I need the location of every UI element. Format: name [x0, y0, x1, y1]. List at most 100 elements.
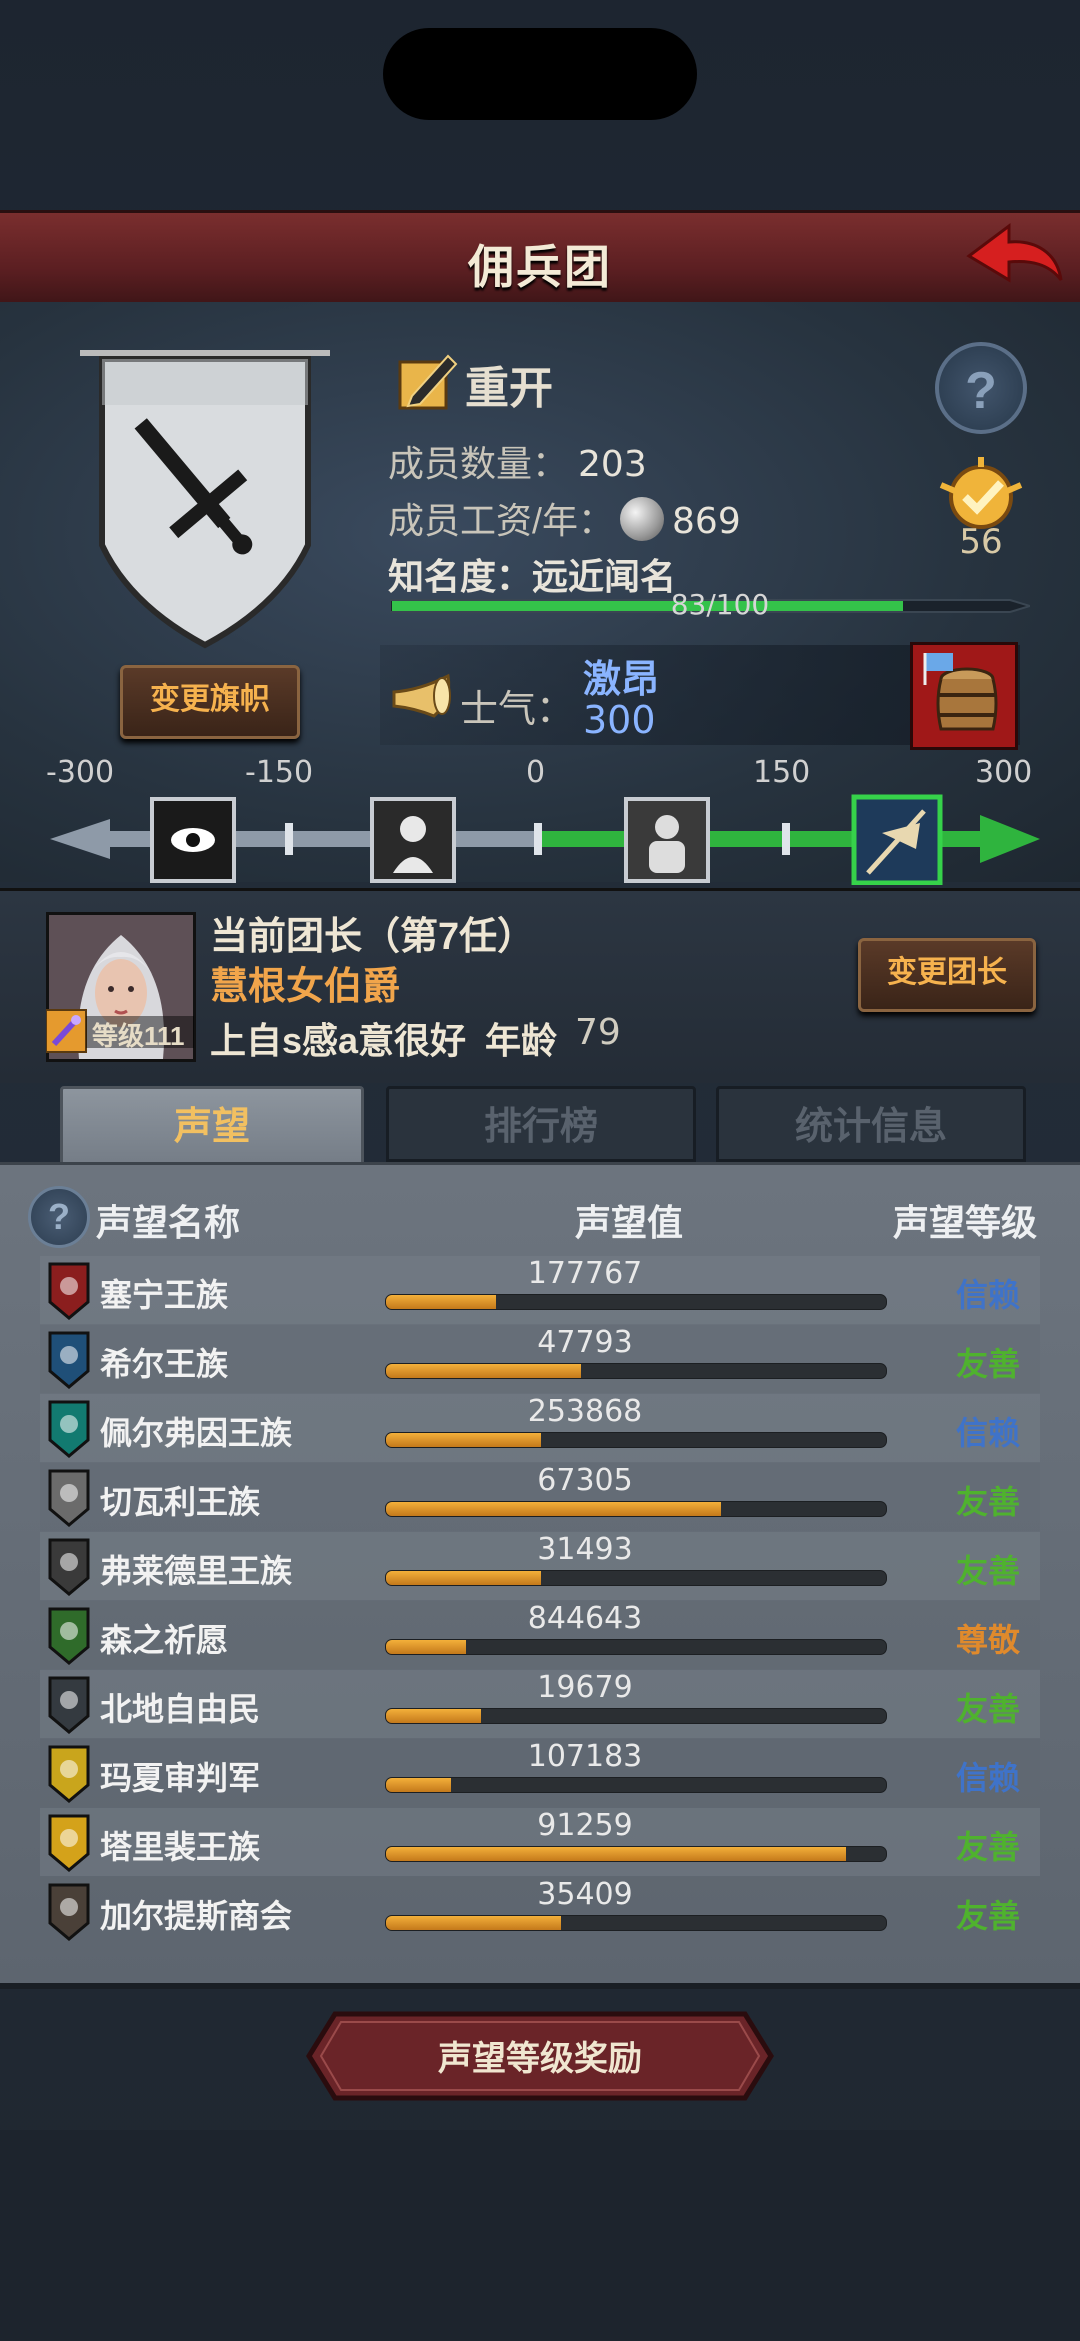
reputation-value: 31493 [537, 1532, 633, 1567]
reputation-reward-label: 声望等级奖励 [438, 2040, 642, 2078]
morale-value: 300 [583, 698, 656, 742]
rename-edit-icon[interactable] [396, 348, 460, 412]
reputation-progress-fill [386, 1778, 451, 1792]
tab-statistics[interactable]: 统计信息 [716, 1086, 1026, 1162]
help-icon[interactable]: ? [935, 342, 1027, 434]
reputation-progress-bar [385, 1708, 887, 1724]
tab-reputation[interactable]: 声望 [60, 1086, 364, 1170]
reputation-progress-bar [385, 1915, 887, 1931]
clan-flag-icon [80, 345, 330, 655]
reputation-progress-fill [386, 1916, 561, 1930]
horn-icon [390, 670, 454, 726]
reputation-row[interactable]: 塞宁王族 177767 信赖 [40, 1256, 1040, 1324]
column-header-name: 声望名称 [96, 1202, 241, 1243]
reputation-value: 19679 [537, 1670, 633, 1705]
reputation-progress-fill [386, 1364, 581, 1378]
reputation-value: 253868 [527, 1394, 643, 1429]
faction-name: 塔里裴王族 [100, 1829, 261, 1865]
reputation-value: 107183 [527, 1739, 643, 1774]
reputation-level: 友善 [955, 1829, 1020, 1865]
faction-crest-icon [48, 1607, 90, 1665]
faction-name: 塞宁王族 [100, 1277, 229, 1313]
reputation-level: 信赖 [955, 1277, 1020, 1313]
leader-title: 当前团长（第7任） [210, 916, 536, 958]
reputation-progress-bar [385, 1363, 887, 1379]
morale-state: 激昂 [583, 659, 660, 701]
change-flag-button[interactable]: 变更旗帜 [120, 665, 300, 739]
faction-crest-icon [48, 1331, 90, 1389]
reputation-help-icon[interactable]: ? [28, 1186, 90, 1248]
reputation-progress-fill [386, 1847, 846, 1861]
morale-scale: -300 -150 0 150 300 [40, 755, 1050, 885]
reputation-progress-bar [385, 1501, 887, 1517]
members-row: 成员数量： 203 [388, 435, 647, 487]
members-label: 成员数量： [388, 443, 569, 484]
reputation-row[interactable]: 森之祈愿 844643 尊敬 [40, 1601, 1040, 1669]
wage-label: 成员工资/年： [388, 500, 615, 541]
reputation-row[interactable]: 希尔王族 47793 友善 [40, 1325, 1040, 1393]
reputation-progress-fill [386, 1709, 481, 1723]
tab-leaderboard[interactable]: 排行榜 [386, 1086, 696, 1162]
leader-name: 慧根女伯爵 [210, 966, 401, 1008]
reputation-level: 信赖 [955, 1415, 1020, 1451]
silver-coin-icon [620, 497, 665, 541]
reputation-level: 友善 [955, 1553, 1020, 1589]
tick-label: 300 [975, 755, 1033, 790]
faction-name: 切瓦利王族 [100, 1484, 261, 1520]
faction-crest-icon [48, 1883, 90, 1941]
reputation-progress-bar [385, 1846, 887, 1862]
leader-traits: 上自s感a意很好 [210, 1020, 467, 1061]
members-count: 203 [578, 444, 647, 485]
reputation-value: 35409 [537, 1877, 633, 1912]
reputation-row[interactable]: 北地自由民 19679 友善 [40, 1670, 1040, 1738]
reputation-row[interactable]: 加尔提斯商会 35409 友善 [40, 1877, 1040, 1945]
reputation-level: 信赖 [955, 1760, 1020, 1796]
clan-name: 重开 [465, 364, 553, 413]
faction-name: 希尔王族 [100, 1346, 229, 1382]
reputation-value: 91259 [537, 1808, 633, 1843]
reputation-progress-bar [385, 1570, 887, 1586]
barrel-icon[interactable] [910, 642, 1018, 750]
faction-name: 加尔提斯商会 [100, 1898, 293, 1934]
column-header-level: 声望等级 [893, 1202, 1038, 1243]
reputation-level: 友善 [955, 1346, 1020, 1382]
faction-name: 森之祈愿 [100, 1622, 229, 1658]
reputation-level: 友善 [955, 1898, 1020, 1934]
faction-crest-icon [48, 1814, 90, 1872]
bottom-bar [0, 2130, 1080, 2341]
reputation-row[interactable]: 玛夏审判军 107183 信赖 [40, 1739, 1040, 1807]
faction-crest-icon [48, 1262, 90, 1320]
faction-crest-icon [48, 1400, 90, 1458]
reputation-row[interactable]: 塔里裴王族 91259 友善 [40, 1808, 1040, 1876]
reputation-level: 尊敬 [955, 1622, 1020, 1658]
back-arrow-icon[interactable] [965, 218, 1065, 294]
tick-label: 0 [526, 755, 546, 790]
wage-row: 成员工资/年： 869 [388, 492, 741, 544]
reputation-progress-bar [385, 1432, 887, 1448]
faction-crest-icon [48, 1745, 90, 1803]
faction-name: 佩尔弗因王族 [100, 1415, 293, 1451]
reputation-progress-fill [386, 1295, 496, 1309]
fame-progress-text: 83/100 [670, 588, 770, 621]
rank-value: 56 [959, 522, 1003, 562]
tick-label: 150 [753, 755, 811, 790]
reputation-progress-bar [385, 1294, 887, 1310]
reputation-row[interactable]: 切瓦利王族 67305 友善 [40, 1463, 1040, 1531]
morale-state-icon-calm [624, 797, 710, 883]
morale-state-icon-panic [150, 797, 236, 883]
reputation-progress-fill [386, 1571, 541, 1585]
morale-label: 士气： [460, 689, 575, 731]
morale-state-icon-excited [851, 794, 943, 885]
reputation-row[interactable]: 弗莱德里王族 31493 友善 [40, 1532, 1040, 1600]
faction-name: 玛夏审判军 [100, 1760, 261, 1796]
reputation-value: 177767 [527, 1256, 643, 1291]
reputation-progress-fill [386, 1502, 721, 1516]
reputation-value: 47793 [537, 1325, 633, 1360]
change-leader-button[interactable]: 变更团长 [858, 938, 1036, 1012]
header-banner: 佣兵团 [0, 210, 1080, 309]
faction-crest-icon [48, 1538, 90, 1596]
reputation-progress-bar [385, 1639, 887, 1655]
reputation-level: 友善 [955, 1484, 1020, 1520]
tick-label: -300 [46, 755, 115, 790]
reputation-row[interactable]: 佩尔弗因王族 253868 信赖 [40, 1394, 1040, 1462]
